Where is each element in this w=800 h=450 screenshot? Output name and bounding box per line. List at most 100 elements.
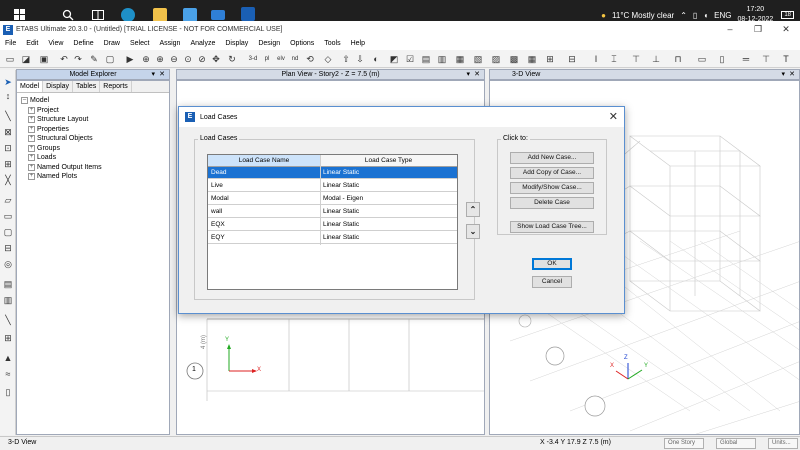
draw-beam-icon[interactable]: ⊞ <box>2 158 14 170</box>
move-up-button[interactable]: ⌃ <box>466 202 480 217</box>
draw-wall-icon[interactable]: ▢ <box>2 226 14 238</box>
draw-section-cut-icon[interactable]: ▯ <box>2 386 14 398</box>
expand-icon[interactable]: + <box>28 173 35 181</box>
modify-show-case-button[interactable]: Modify/Show Case... <box>510 182 594 194</box>
expand-icon[interactable]: + <box>28 144 35 152</box>
table-row[interactable]: Dead Linear Static <box>208 167 457 179</box>
draw-frame-icon[interactable]: ⊠ <box>2 126 14 138</box>
menu-help[interactable]: Help <box>346 38 370 50</box>
view-3d-menu-icon[interactable]: ▾ <box>781 70 785 80</box>
slab-icon[interactable]: ▭ <box>696 53 708 65</box>
show-loads-icon[interactable]: ▥ <box>436 53 448 65</box>
draw-joint-icon[interactable]: ╲ <box>2 110 14 122</box>
undo-icon[interactable]: ↶ <box>58 53 70 65</box>
draw-grid-icon[interactable]: ⊞ <box>2 332 14 344</box>
run-analysis-icon[interactable]: ▶ <box>124 53 136 65</box>
table-row[interactable]: wall Linear Static <box>208 206 457 218</box>
coord-system-dropdown[interactable]: Global <box>716 438 756 449</box>
view-3d-button[interactable]: 3-d <box>246 53 260 65</box>
shear-wall-icon[interactable]: ⊟ <box>566 53 578 65</box>
composite-icon[interactable]: ⊤ <box>630 53 642 65</box>
pan-icon[interactable]: ✥ <box>210 53 222 65</box>
show-load-case-tree-button[interactable]: Show Load Case Tree... <box>510 221 594 233</box>
menu-define[interactable]: Define <box>68 38 98 50</box>
nd-view-button[interactable]: nd <box>288 53 302 65</box>
expand-icon[interactable]: + <box>28 125 35 133</box>
units-button[interactable]: Units... <box>768 438 798 449</box>
story-dropdown[interactable]: One Story <box>664 438 704 449</box>
column-icon[interactable]: ⊓ <box>672 53 684 65</box>
tree-node-properties[interactable]: + Properties <box>21 125 165 135</box>
redo-icon[interactable]: ↷ <box>72 53 84 65</box>
zoom-in-icon[interactable]: ⊕ <box>154 53 166 65</box>
menu-file[interactable]: File <box>0 38 21 50</box>
view-3d-close-icon[interactable]: ✕ <box>789 70 795 80</box>
zoom-fit-icon[interactable]: ⊙ <box>182 53 194 65</box>
object-shrink-icon[interactable]: ◩ <box>388 53 400 65</box>
story-response-icon[interactable]: ▩ <box>508 53 520 65</box>
menu-options[interactable]: Options <box>285 38 319 50</box>
rotate-3d-icon[interactable]: ⟲ <box>304 53 316 65</box>
tree-node-structure-layout[interactable]: + Structure Layout <box>21 115 165 125</box>
tree-node-named-plots[interactable]: + Named Plots <box>21 172 165 182</box>
tree-node-loads[interactable]: + Loads <box>21 153 165 163</box>
tree-node-model[interactable]: – Model <box>21 96 165 106</box>
force-diagram-icon[interactable]: ▧ <box>472 53 484 65</box>
display-table-icon[interactable]: ▦ <box>526 53 538 65</box>
col-header-type[interactable]: Load Case Type <box>320 157 457 164</box>
frame-design-icon[interactable]: ⊞ <box>544 53 556 65</box>
joist-icon[interactable]: ⊥ <box>650 53 662 65</box>
open-icon[interactable]: ◪ <box>20 53 32 65</box>
menu-design[interactable]: Design <box>253 38 285 50</box>
draw-null-icon[interactable]: ◎ <box>2 258 14 270</box>
draw-tendon-icon[interactable]: ▥ <box>2 294 14 306</box>
table-row[interactable]: EQX Linear Static <box>208 219 457 231</box>
draw-link-icon[interactable]: ▤ <box>2 278 14 290</box>
draw-brace-icon[interactable]: ╳ <box>2 174 14 186</box>
concrete-icon[interactable]: ⌶ <box>608 53 620 65</box>
plan-view-close-icon[interactable]: ✕ <box>474 70 480 80</box>
expand-icon[interactable]: + <box>28 116 35 124</box>
tree-node-structural-objects[interactable]: + Structural Objects <box>21 134 165 144</box>
new-model-icon[interactable]: ▭ <box>4 53 16 65</box>
perspective-icon[interactable]: ◇ <box>322 53 334 65</box>
elevation-view-button[interactable]: elv <box>274 53 288 65</box>
add-copy-case-button[interactable]: Add Copy of Case... <box>510 167 594 179</box>
plan-view-button[interactable]: pl <box>260 53 274 65</box>
tree-node-groups[interactable]: + Groups <box>21 144 165 154</box>
stress-icon[interactable]: ▨ <box>490 53 502 65</box>
move-down-icon[interactable]: ⇩ <box>354 53 366 65</box>
tab-tables[interactable]: Tables <box>73 81 101 92</box>
save-icon[interactable]: ▣ <box>38 53 50 65</box>
zoom-out-icon[interactable]: ⊖ <box>168 53 180 65</box>
expand-icon[interactable]: + <box>28 163 35 171</box>
table-row[interactable]: EQY Linear Static <box>208 232 457 244</box>
tray-chevron-icon[interactable]: ⌃ <box>680 11 687 20</box>
notification-badge[interactable]: 18 <box>781 11 794 19</box>
draw-opening-icon[interactable]: ⊟ <box>2 242 14 254</box>
pointer-icon[interactable]: ➤ <box>2 76 14 88</box>
draw-dimension-icon[interactable]: ╲ <box>2 314 14 326</box>
menu-edit[interactable]: Edit <box>21 38 43 50</box>
delete-case-button[interactable]: Delete Case <box>510 197 594 209</box>
add-new-case-button[interactable]: Add New Case... <box>510 152 594 164</box>
deformed-shape-icon[interactable]: ▦ <box>454 53 466 65</box>
table-row[interactable]: Live Linear Static <box>208 180 457 192</box>
menu-draw[interactable]: Draw <box>99 38 125 50</box>
pencil-icon[interactable]: ✎ <box>88 53 100 65</box>
show-undeformed-icon[interactable]: ▤ <box>420 53 432 65</box>
tree-node-named-output-items[interactable]: + Named Output Items <box>21 163 165 173</box>
plan-view-menu-icon[interactable]: ▾ <box>466 70 470 80</box>
menu-analyze[interactable]: Analyze <box>185 38 220 50</box>
beam-icon[interactable]: ═ <box>740 53 752 65</box>
draw-floor-icon[interactable]: ▱ <box>2 194 14 206</box>
close-window-button[interactable]: ✕ <box>772 21 800 38</box>
tab-model[interactable]: Model <box>17 81 44 92</box>
draw-wall-stack-icon[interactable]: ≈ <box>2 368 14 380</box>
menu-assign[interactable]: Assign <box>154 38 185 50</box>
set-display-icon[interactable]: ☑ <box>404 53 416 65</box>
steel-icon[interactable]: I <box>590 53 602 65</box>
move-up-icon[interactable]: ⇧ <box>340 53 352 65</box>
tab-display[interactable]: Display <box>43 81 74 92</box>
language-indicator[interactable]: ENG <box>714 11 731 20</box>
